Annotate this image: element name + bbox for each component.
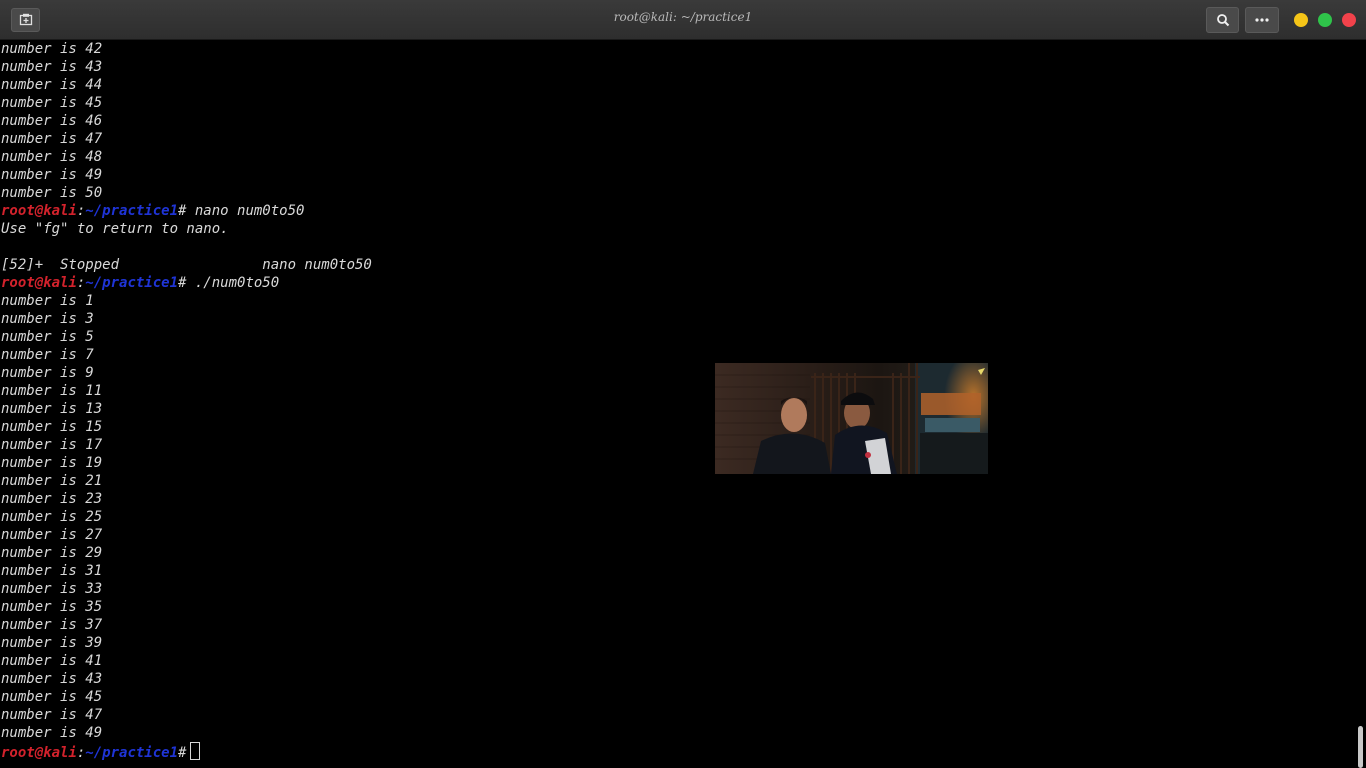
terminal-output-line: number is 11 [1, 383, 103, 399]
terminal-output-line: number is 27 [1, 527, 103, 543]
title-bar: root@kali: ~/practice1 [0, 0, 1366, 40]
terminal-output-line: number is 3 [1, 311, 94, 327]
ellipsis-icon [1255, 18, 1269, 22]
terminal-output[interactable]: number is 42 number is 43 number is 44 numb… [1, 40, 1351, 768]
terminal-output-line: number is 17 [1, 437, 103, 453]
picture-in-picture-video[interactable] [715, 363, 988, 474]
terminal-output-line: number is 48 [1, 149, 103, 165]
terminal-output-line: number is 9 [1, 365, 94, 381]
terminal-output-line: number is 13 [1, 401, 103, 417]
terminal-output-line: number is 49 [1, 725, 103, 741]
terminal-output-line: number is 37 [1, 617, 103, 633]
terminal-output-line: number is 49 [1, 167, 103, 183]
terminal-output-line: number is 50 [1, 185, 103, 201]
prompt-line: root@kali:~/practice1# nano num0to50 [1, 202, 1351, 220]
terminal-output-line: Use "fg" to return to nano. [1, 221, 229, 237]
close-button[interactable] [1342, 13, 1356, 27]
terminal-output-line: number is 45 [1, 689, 103, 705]
maximize-button[interactable] [1318, 13, 1332, 27]
active-prompt-line: root@kali:~/practice1# [1, 742, 1351, 761]
terminal-output-line: number is 42 [1, 41, 103, 57]
prompt-command: nano num0to50 [186, 203, 305, 219]
video-frame [715, 363, 988, 474]
terminal-output-line: number is 43 [1, 59, 103, 75]
new-tab-button[interactable] [11, 8, 40, 32]
scroll-thumb[interactable] [1358, 726, 1363, 768]
prompt-command: ./num0to50 [186, 275, 280, 291]
prompt-path: ~/practice1 [85, 275, 179, 291]
terminal-output-line: number is 21 [1, 473, 103, 489]
terminal-output-line: number is 39 [1, 635, 103, 651]
terminal-output-line: number is 47 [1, 131, 103, 147]
terminal-output-line: number is 41 [1, 653, 103, 669]
terminal-output-line: number is 1 [1, 293, 94, 309]
search-icon [1216, 14, 1229, 27]
terminal-output-line: number is 43 [1, 671, 103, 687]
terminal-output-line: number is 25 [1, 509, 103, 525]
window-title: root@kali: ~/practice1 [613, 10, 753, 24]
terminal-output-line: number is 31 [1, 563, 103, 579]
scrollbar[interactable] [1354, 40, 1366, 768]
prompt-user-host: root@kali [1, 745, 77, 761]
text-cursor [190, 742, 201, 760]
terminal-output-line: number is 5 [1, 329, 94, 345]
terminal-output-line: number is 7 [1, 347, 94, 363]
prompt-line: root@kali:~/practice1# ./num0to50 [1, 274, 1351, 292]
terminal-output-line: number is 45 [1, 95, 103, 111]
terminal-output-line: number is 15 [1, 419, 103, 435]
search-button[interactable] [1206, 7, 1239, 33]
terminal-output-line: number is 35 [1, 599, 103, 615]
terminal-output-line: number is 23 [1, 491, 103, 507]
prompt-user-host: root@kali [1, 203, 77, 219]
terminal-output-line: number is 19 [1, 455, 103, 471]
terminal-output-line: number is 29 [1, 545, 103, 561]
terminal-output-line: [52]+ Stopped nano num0to50 [1, 257, 372, 273]
prompt-symbol: # [178, 745, 187, 761]
prompt-user-host: root@kali [1, 275, 77, 291]
prompt-path: ~/practice1 [85, 203, 179, 219]
prompt-path: ~/practice1 [85, 745, 179, 761]
new-tab-icon [19, 13, 32, 26]
minimize-button[interactable] [1294, 13, 1308, 27]
terminal-output-line: number is 44 [1, 77, 103, 93]
terminal-output-line: number is 33 [1, 581, 103, 597]
terminal-output-line: number is 46 [1, 113, 103, 129]
terminal-output-line: number is 47 [1, 707, 103, 723]
menu-button[interactable] [1245, 7, 1279, 33]
